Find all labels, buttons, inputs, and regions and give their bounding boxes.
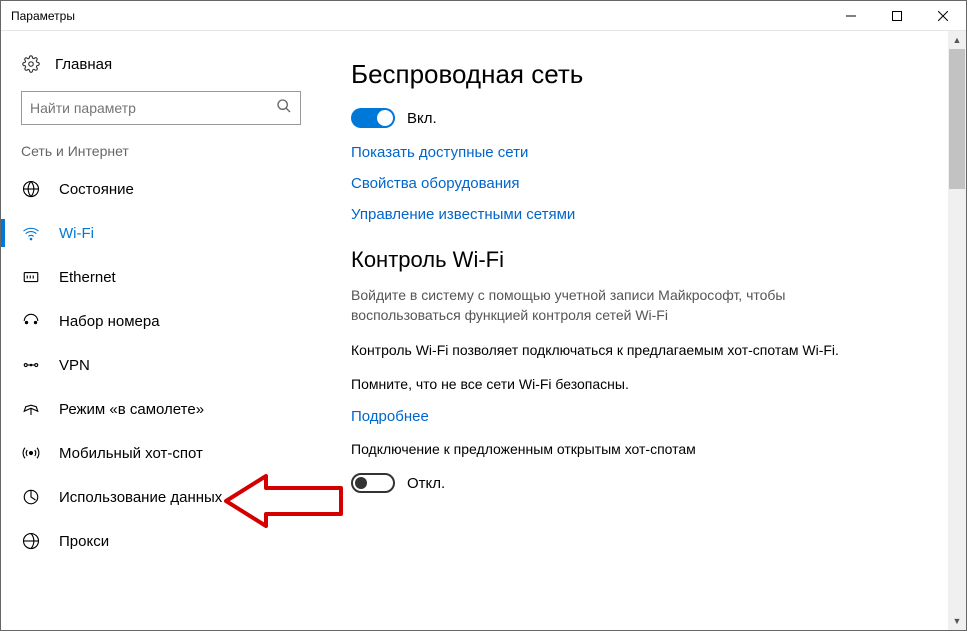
search-icon xyxy=(276,98,292,119)
main-panel: Беспроводная сеть Вкл. Показать доступны… xyxy=(321,31,948,630)
proxy-icon xyxy=(21,532,41,550)
sidebar-item-label: Набор номера xyxy=(59,313,160,330)
dialup-icon xyxy=(21,312,41,330)
sidebar-item-label: Прокси xyxy=(59,533,109,550)
vertical-scrollbar[interactable]: ▲ ▼ xyxy=(948,31,966,630)
wifi-toggle-row: Вкл. xyxy=(351,108,908,128)
link-show-networks[interactable]: Показать доступные сети xyxy=(351,144,908,161)
page-heading: Беспроводная сеть xyxy=(351,59,908,90)
sidebar-item-dialup[interactable]: Набор номера xyxy=(1,299,321,343)
sidebar-item-label: Использование данных xyxy=(59,489,222,506)
link-hardware-properties[interactable]: Свойства оборудования xyxy=(351,175,908,192)
sidebar-item-status[interactable]: Состояние xyxy=(1,167,321,211)
close-button[interactable] xyxy=(920,1,966,31)
data-usage-icon xyxy=(21,488,41,506)
search-box[interactable] xyxy=(21,91,301,125)
hotspot-icon xyxy=(21,444,41,462)
link-manage-networks[interactable]: Управление известными сетями xyxy=(351,206,908,223)
scroll-down-button[interactable]: ▼ xyxy=(948,612,966,630)
sidebar-item-datausage[interactable]: Использование данных xyxy=(1,475,321,519)
ethernet-icon xyxy=(21,268,41,286)
globe-icon xyxy=(21,180,41,198)
sidebar: Главная Сеть и Интернет Состояние xyxy=(1,31,321,630)
maximize-button[interactable] xyxy=(874,1,920,31)
content-area: Главная Сеть и Интернет Состояние xyxy=(1,31,966,630)
open-hotspot-toggle[interactable] xyxy=(351,473,395,493)
window-controls xyxy=(828,1,966,31)
home-button[interactable]: Главная xyxy=(1,49,321,87)
window-title: Параметры xyxy=(11,9,75,23)
home-label: Главная xyxy=(55,56,112,73)
vpn-icon xyxy=(21,356,41,374)
scroll-up-button[interactable]: ▲ xyxy=(948,31,966,49)
sidebar-item-label: Мобильный хот-спот xyxy=(59,445,203,462)
sidebar-item-proxy[interactable]: Прокси xyxy=(1,519,321,563)
wifi-sense-desc-text: Контроль Wi-Fi позволяет подключаться к … xyxy=(351,340,871,360)
gear-icon xyxy=(21,55,41,73)
sidebar-nav: Состояние Wi-Fi Ethernet xyxy=(1,167,321,563)
sidebar-item-airplane[interactable]: Режим «в самолете» xyxy=(1,387,321,431)
sidebar-item-ethernet[interactable]: Ethernet xyxy=(1,255,321,299)
open-hotspot-label: Подключение к предложенным открытым хот-… xyxy=(351,439,871,459)
sidebar-item-wifi[interactable]: Wi-Fi xyxy=(1,211,321,255)
wifi-toggle-label: Вкл. xyxy=(407,110,437,127)
titlebar: Параметры xyxy=(1,1,966,31)
wifi-icon xyxy=(21,224,41,242)
sidebar-item-label: Ethernet xyxy=(59,269,116,286)
airplane-icon xyxy=(21,400,41,418)
scroll-thumb[interactable] xyxy=(949,49,965,189)
sidebar-item-label: Wi-Fi xyxy=(59,225,94,242)
sidebar-item-label: Режим «в самолете» xyxy=(59,401,204,418)
search-input[interactable] xyxy=(30,100,276,116)
main-wrap: Беспроводная сеть Вкл. Показать доступны… xyxy=(321,31,966,630)
settings-window: Параметры Главная xyxy=(0,0,967,631)
minimize-button[interactable] xyxy=(828,1,874,31)
sidebar-category: Сеть и Интернет xyxy=(1,143,321,167)
section-heading-wifi-sense: Контроль Wi-Fi xyxy=(351,247,908,273)
open-hotspot-toggle-label: Откл. xyxy=(407,475,445,492)
open-hotspot-toggle-row: Откл. xyxy=(351,473,908,493)
wifi-sense-signin-text: Войдите в систему с помощью учетной запи… xyxy=(351,285,871,326)
sidebar-item-label: Состояние xyxy=(59,181,134,198)
sidebar-item-hotspot[interactable]: Мобильный хот-спот xyxy=(1,431,321,475)
scroll-track[interactable] xyxy=(948,49,966,612)
sidebar-item-vpn[interactable]: VPN xyxy=(1,343,321,387)
link-learn-more[interactable]: Подробнее xyxy=(351,408,908,425)
sidebar-item-label: VPN xyxy=(59,357,90,374)
wifi-sense-warning-text: Помните, что не все сети Wi-Fi безопасны… xyxy=(351,374,871,394)
wifi-toggle[interactable] xyxy=(351,108,395,128)
